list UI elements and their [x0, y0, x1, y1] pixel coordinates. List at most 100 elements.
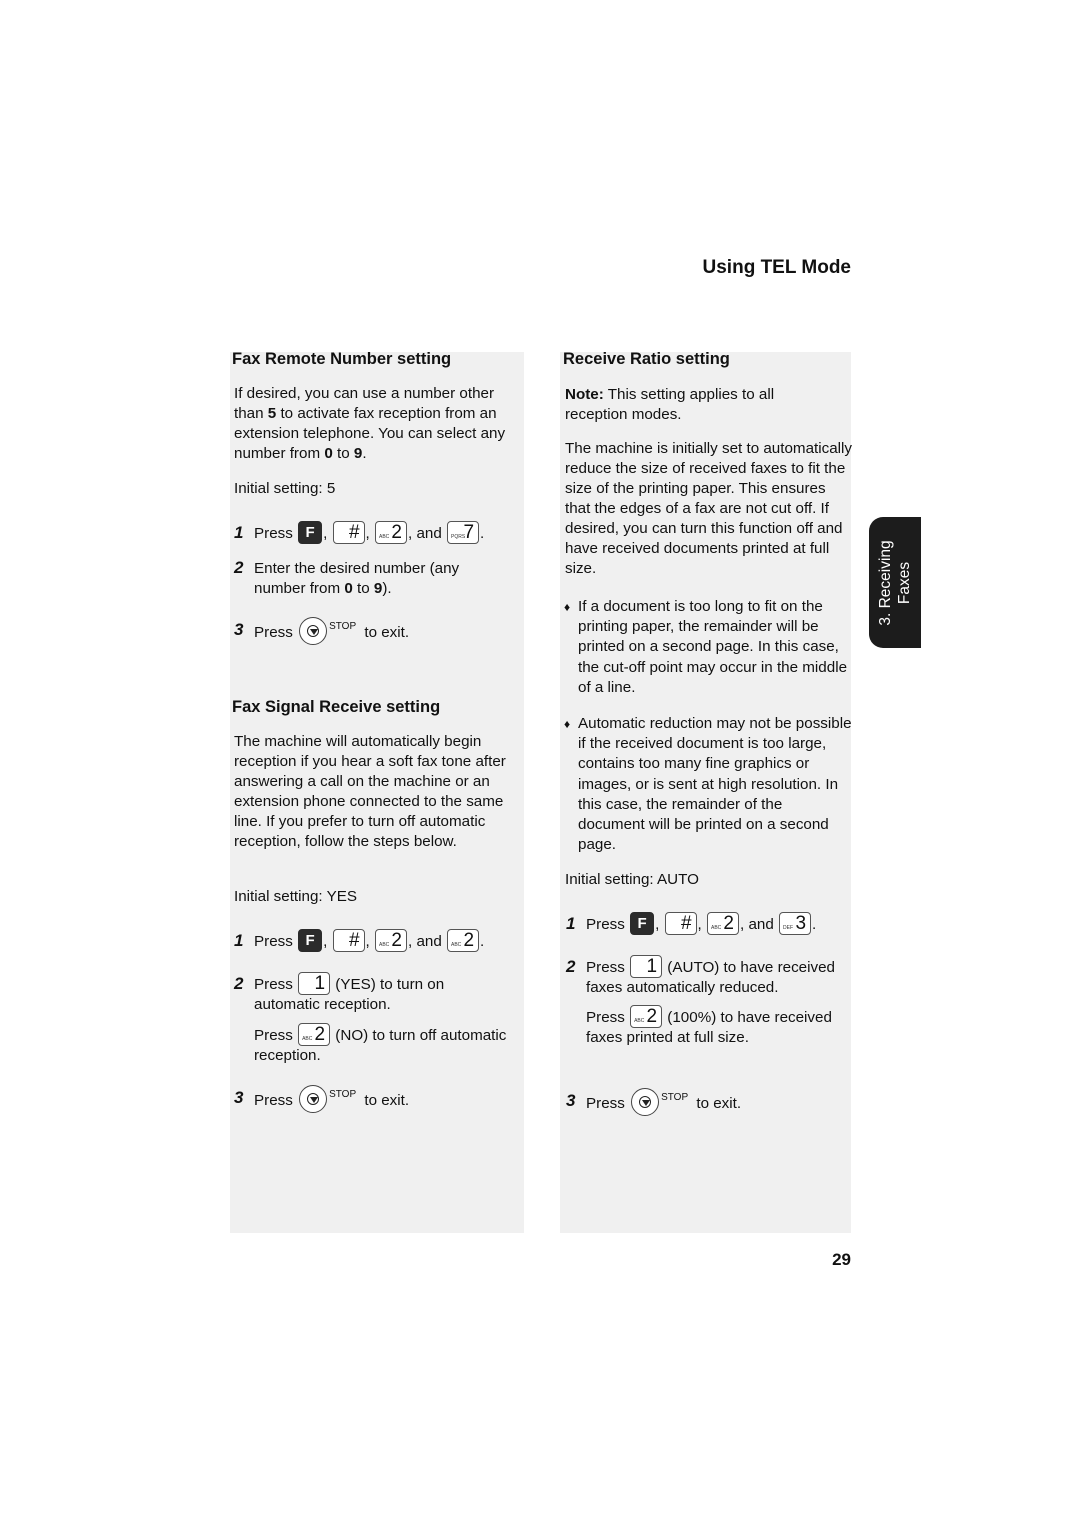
press-text: Press [254, 525, 293, 543]
key-label: 2 [314, 1024, 326, 1046]
key-sub-label: ABC [634, 1018, 645, 1025]
key-sub-label: ABC [302, 1036, 313, 1043]
diamond-bullet-icon: ♦ [564, 717, 571, 731]
key-sub-label: ABC [711, 925, 722, 931]
key-sub-label: PQRS [451, 534, 466, 540]
period: . [480, 525, 485, 543]
step-number: 1 [234, 931, 244, 950]
press-text: Press [254, 933, 293, 951]
press-text: Press [586, 1009, 625, 1027]
key-2-abc-icon: ABC 2 [707, 912, 739, 935]
exit-text: to exit. [364, 1092, 410, 1110]
note-label: Note: [565, 386, 604, 403]
stop-label: STOP [329, 1089, 357, 1100]
fax-signal-step-3: 3 Press STOP to exit. [234, 1085, 410, 1113]
intro-bold: 0 [324, 445, 333, 462]
stop-key-icon [299, 1085, 328, 1113]
key-sub-label: DEF [783, 925, 794, 931]
separator: , [323, 525, 328, 543]
hash-key-icon: # [332, 929, 365, 952]
intro-bold: 5 [267, 405, 277, 422]
and-text: , and [740, 916, 774, 934]
diamond-bullet-icon: ♦ [564, 600, 571, 614]
step-number: 2 [234, 974, 244, 993]
key-label: 2 [723, 913, 734, 934]
tab-line-2: Faxes [896, 561, 913, 604]
stop-label: STOP [329, 621, 357, 632]
f-key-icon: F [298, 929, 323, 952]
section-title-fax-signal: Fax Signal Receive setting [232, 698, 441, 716]
step-text: to [352, 580, 374, 597]
bullet-text: If a document is too long to fit on the … [578, 598, 848, 696]
step-2-alt: Press ABC 2 (100%) to have received faxes… [586, 1005, 848, 1048]
key-sub-label: ABC [379, 942, 390, 948]
key-label: 2 [646, 1006, 658, 1028]
fax-remote-step-3: 3 Press STOP to exit. [234, 617, 410, 645]
page-number: 29 [832, 1250, 851, 1269]
key-1-icon: 1 [630, 955, 663, 978]
f-key-icon: F [630, 912, 655, 935]
step-number: 2 [566, 957, 576, 976]
period: . [812, 916, 817, 934]
page-header-title: Using TEL Mode [702, 257, 851, 278]
step-number: 3 [566, 1091, 576, 1110]
press-text: Press [254, 1092, 293, 1110]
exit-text: to exit. [364, 624, 410, 642]
key-7-pqrs-icon: PQRS 7 [447, 521, 480, 544]
stop-key-icon [299, 617, 328, 645]
chapter-tab-label: 3. Receiving Faxes [876, 540, 914, 625]
key-2-abc-icon: ABC 2 [375, 521, 407, 544]
fax-remote-step-1: 1 Press F, #, ABC 2, and PQRS 7. [234, 521, 485, 544]
key-label: 1 [314, 973, 326, 994]
stop-label: STOP [661, 1092, 689, 1103]
step-bold: 0 [344, 580, 353, 597]
bullet-item: ♦ If a document is too long to fit on th… [564, 597, 850, 698]
key-label: # [680, 913, 692, 934]
separator: , [323, 933, 328, 951]
receive-ratio-initial-setting: Initial setting: AUTO [565, 871, 699, 888]
and-text: , and [408, 933, 442, 951]
step-number: 1 [234, 523, 244, 542]
stop-key-icon [631, 1088, 660, 1116]
fax-signal-step-1: 1 Press F, #, ABC 2, and ABC 2. [234, 929, 485, 952]
key-label: 1 [646, 956, 658, 977]
step-2-alt: Press ABC 2 (NO) to turn off automatic re… [254, 1023, 514, 1066]
key-2-abc-icon: ABC 2 [298, 1023, 331, 1047]
fax-remote-intro: If desired, you can use a number other t… [234, 384, 524, 464]
key-label: 2 [391, 522, 402, 543]
section-title-receive-ratio: Receive Ratio setting [563, 350, 730, 368]
tab-line-1: 3. Receiving [877, 539, 894, 626]
period: . [480, 933, 485, 951]
press-text: Press [254, 976, 293, 994]
key-sub-label: ABC [379, 534, 390, 540]
key-1-icon: 1 [298, 972, 331, 995]
chapter-side-tab: 3. Receiving Faxes [869, 517, 921, 648]
hash-key-icon: # [332, 521, 365, 544]
fax-remote-initial-setting: Initial setting: 5 [234, 480, 336, 497]
step-number: 2 [234, 558, 244, 577]
bullet-item: ♦ Automatic reduction may not be possibl… [564, 714, 852, 855]
key-label: # [348, 522, 360, 543]
key-2-abc-icon: ABC 2 [630, 1005, 663, 1029]
key-sub-label: ABC [451, 942, 462, 948]
press-text: Press [254, 1027, 293, 1045]
exit-text: to exit. [696, 1095, 742, 1113]
separator: , [365, 525, 370, 543]
key-label: 2 [463, 930, 475, 951]
receive-ratio-step-2: 2 Press 1 (AUTO) to have received faxes … [566, 955, 848, 1048]
hash-key-icon: # [664, 912, 697, 935]
key-label: # [348, 930, 360, 951]
receive-ratio-note: Note: This setting applies to all recept… [565, 385, 815, 425]
step-text: ). [382, 580, 392, 597]
step-number: 3 [234, 1088, 244, 1107]
receive-ratio-step-3: 3 Press STOP to exit. [566, 1088, 742, 1116]
separator: , [655, 916, 660, 934]
bullet-text: Automatic reduction may not be possible … [578, 715, 852, 854]
fax-remote-step-2: 2 Enter the desired number (any number f… [234, 558, 494, 599]
step-number: 1 [566, 914, 576, 933]
key-label: 3 [795, 913, 807, 934]
fax-signal-intro: The machine will automatically begin rec… [234, 733, 506, 850]
key-2-abc-icon: ABC 2 [375, 929, 407, 952]
press-text: Press [586, 1095, 625, 1113]
intro-text: to [332, 445, 354, 462]
